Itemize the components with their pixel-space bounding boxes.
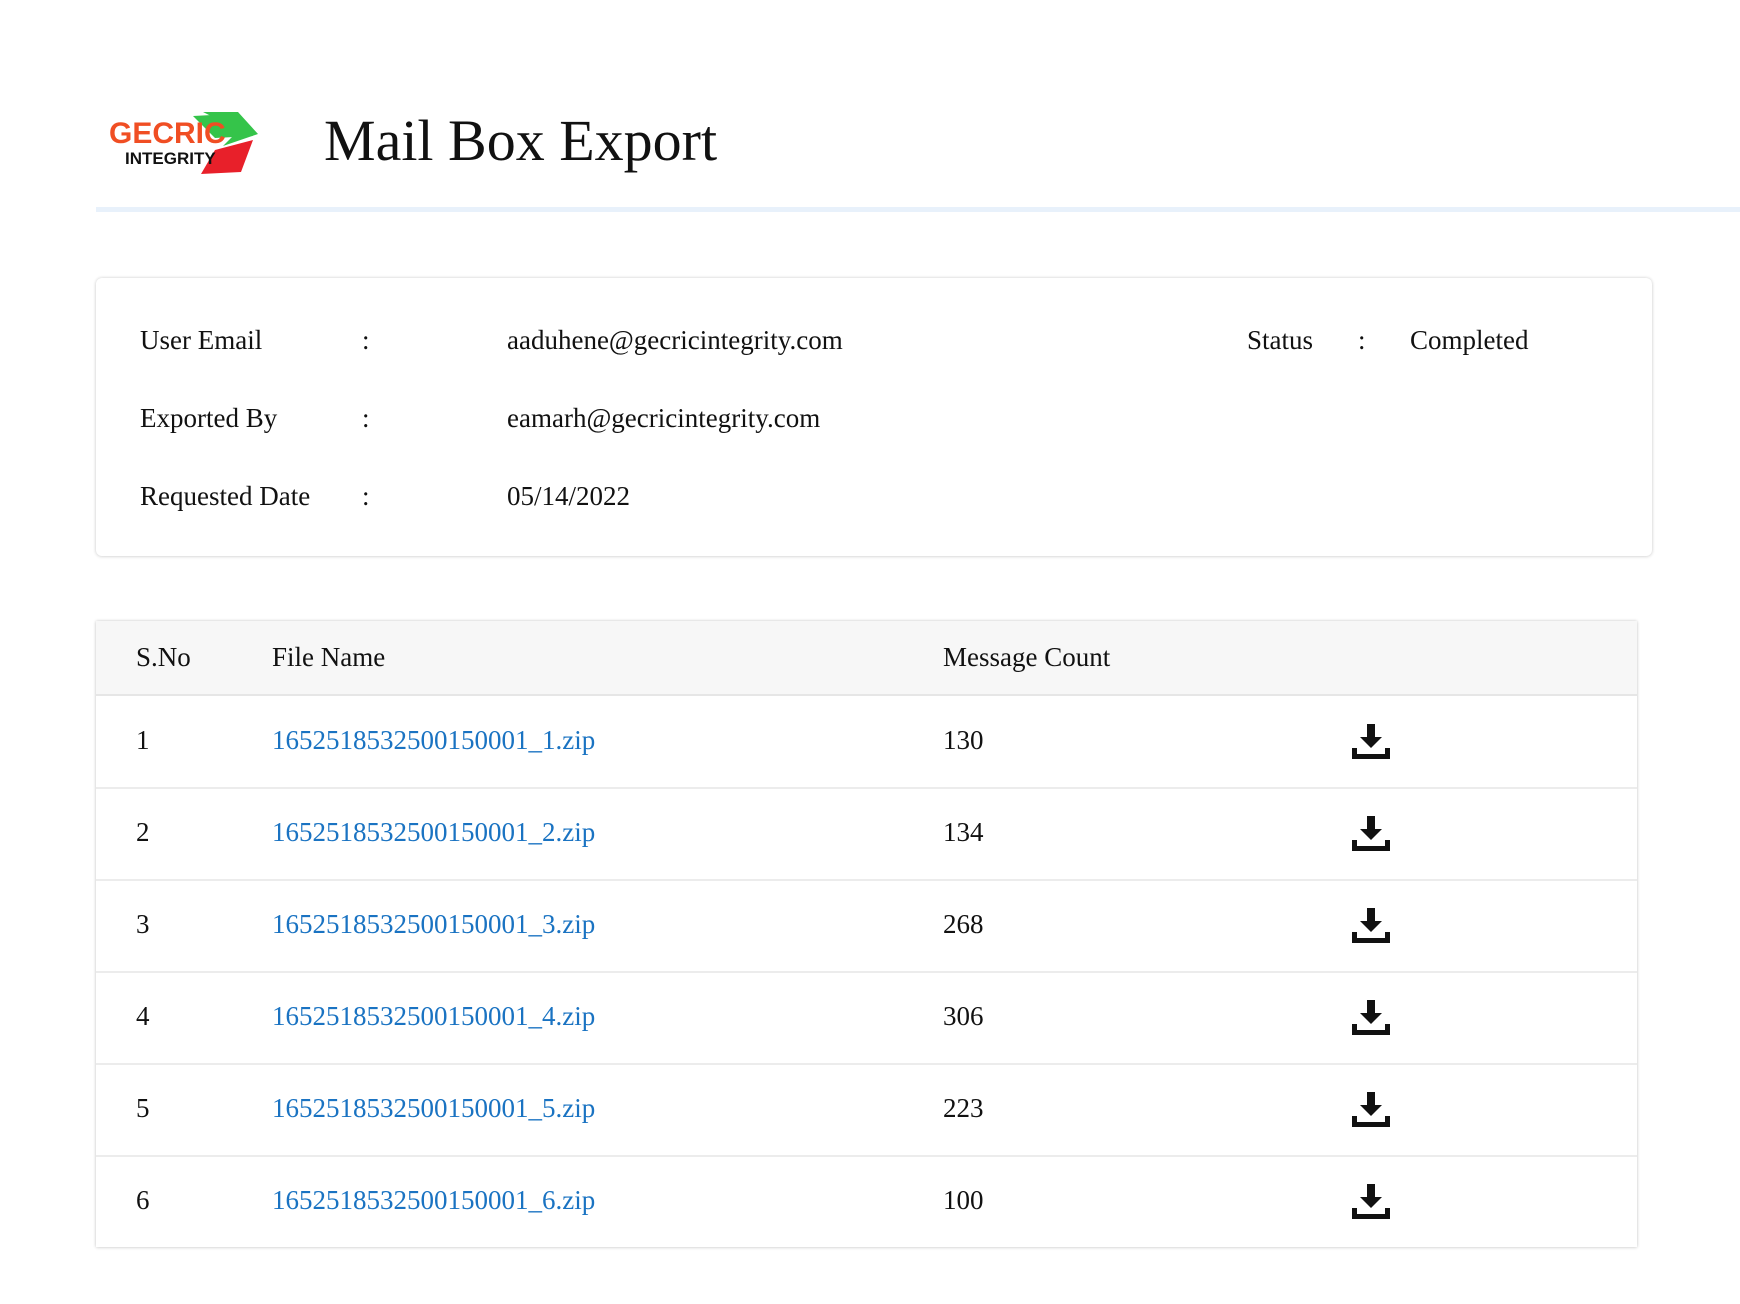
separator: : [362,403,370,433]
export-files-table: S.No File Name Message Count 1 165251853… [96,621,1637,1247]
message-count: 268 [943,909,984,939]
status-value: Completed [1410,325,1529,355]
column-header-message-count: Message Count [943,642,1111,672]
download-icon[interactable] [1350,997,1392,1037]
user-email-label: User Email [140,325,263,355]
file-name-link[interactable]: 1652518532500150001_2.zip [272,812,595,852]
message-count: 134 [943,817,984,847]
separator: : [362,325,370,355]
file-name-link[interactable]: 1652518532500150001_4.zip [272,996,595,1036]
separator: : [362,481,370,511]
row-sno: 5 [136,1093,150,1123]
logo-text-bottom: INTEGRITY [125,149,216,168]
gecric-integrity-logo: GECRIC INTEGRITY [109,112,258,174]
table-row: 5 1652518532500150001_5.zip 223 [96,1064,1637,1157]
exported-by-label: Exported By [140,403,278,433]
column-header-file-name: File Name [272,642,386,672]
message-count: 306 [943,1001,984,1031]
row-sno: 4 [136,1001,150,1031]
download-icon[interactable] [1350,905,1392,945]
row-sno: 2 [136,817,150,847]
table-row: 2 1652518532500150001_2.zip 134 [96,788,1637,881]
download-icon[interactable] [1350,721,1392,761]
requested-date-row: Requested Date : 05/14/2022 [140,476,1140,516]
message-count: 100 [943,1185,984,1215]
file-name-link[interactable]: 1652518532500150001_1.zip [272,720,595,760]
logo-text-top: GECRIC [109,117,226,150]
download-icon[interactable] [1350,1089,1392,1129]
separator: : [1358,325,1366,355]
message-count: 130 [943,725,984,755]
row-sno: 6 [136,1185,150,1215]
file-name-link[interactable]: 1652518532500150001_6.zip [272,1180,595,1220]
file-name-link[interactable]: 1652518532500150001_5.zip [272,1088,595,1128]
column-header-sno: S.No [136,642,191,672]
page-header: GECRIC INTEGRITY Mail Box Export [96,100,1740,190]
exported-by-row: Exported By : eamarh@gecricintegrity.com [140,398,1140,438]
table-row: 4 1652518532500150001_4.zip 306 [96,972,1637,1065]
requested-date-value: 05/14/2022 [507,481,631,511]
page-title: Mail Box Export [324,108,718,173]
table-row: 1 1652518532500150001_1.zip 130 [96,696,1637,789]
file-name-link[interactable]: 1652518532500150001_3.zip [272,904,595,944]
table-row: 3 1652518532500150001_3.zip 268 [96,880,1637,973]
requested-date-label: Requested Date [140,481,311,511]
download-icon[interactable] [1350,1181,1392,1221]
download-icon[interactable] [1350,813,1392,853]
export-info-card: User Email : aaduhene@gecricintegrity.co… [96,278,1652,556]
message-count: 223 [943,1093,984,1123]
status-label: Status [1247,325,1314,355]
exported-by-value: eamarh@gecricintegrity.com [507,403,821,433]
table-row: 6 1652518532500150001_6.zip 100 [96,1156,1637,1247]
table-header: S.No File Name Message Count [96,621,1637,696]
header-divider [96,207,1740,212]
user-email-row: User Email : aaduhene@gecricintegrity.co… [140,320,1620,360]
user-email-value: aaduhene@gecricintegrity.com [507,325,843,355]
row-sno: 3 [136,909,150,939]
row-sno: 1 [136,725,150,755]
